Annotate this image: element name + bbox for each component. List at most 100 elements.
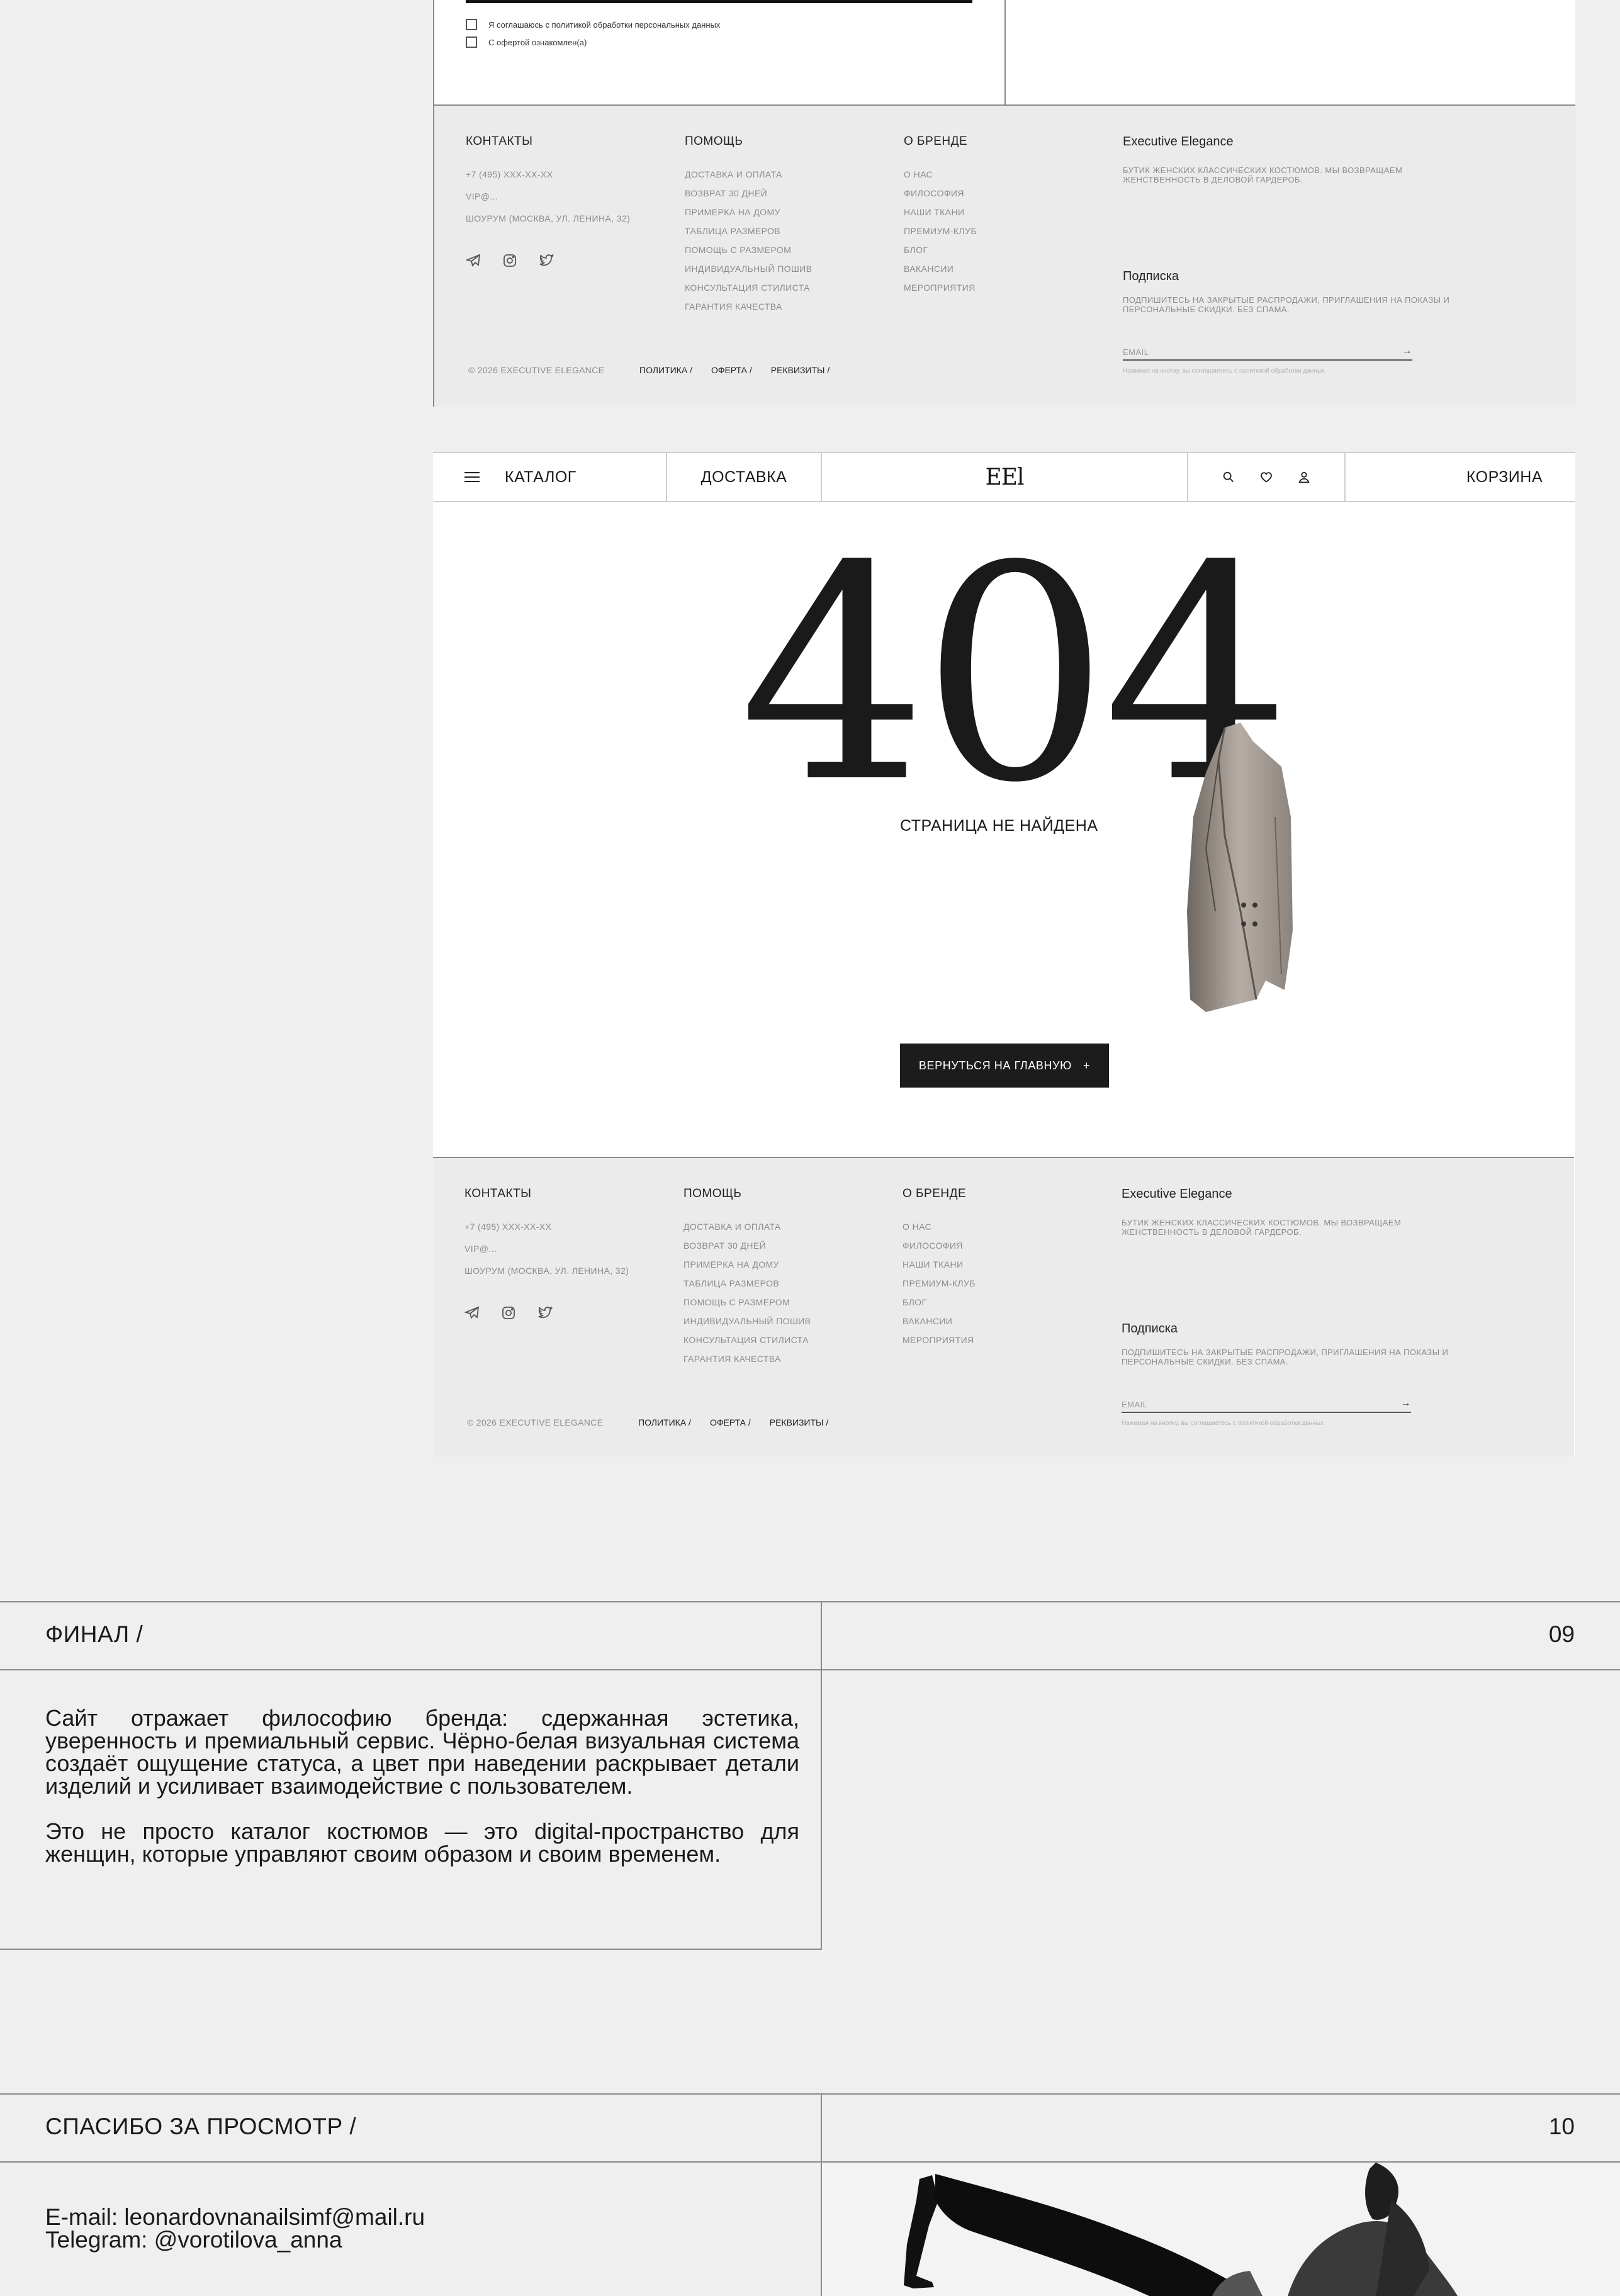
arrow-right-icon[interactable]: → [1401, 1398, 1412, 1409]
footer-about-link[interactable]: ВАКАНСИИ [903, 1312, 976, 1331]
nav-cart[interactable]: КОРЗИНА [1346, 453, 1575, 501]
footer-about: О БРЕНДЕ О НАС ФИЛОСОФИЯ НАШИ ТКАНИ ПРЕМ… [903, 1187, 976, 1349]
footer-email-note: Нажимая на кнопку, вы соглашаетесь с пол… [1123, 368, 1325, 374]
footer-help-link[interactable]: ВОЗВРАТ 30 ДНЕЙ [683, 1236, 811, 1255]
footer-about-link[interactable]: ПРЕМИУМ-КЛУБ [903, 1274, 976, 1293]
footer-about-link[interactable]: ФИЛОСОФИЯ [904, 184, 977, 203]
instagram-icon[interactable] [502, 253, 517, 268]
footer: КОНТАКТЫ +7 (495) XXX-XX-XX VIP@... ШОУР… [434, 106, 1575, 407]
jacket-image [1181, 723, 1294, 1012]
footer-brand-description: БУТИК ЖЕНСКИХ КЛАССИЧЕСКИХ КОСТЮМОВ. Мы … [1122, 1218, 1402, 1237]
checkout-screen-frame: Я соглашаюсь с политикой обработки персо… [433, 0, 1575, 407]
footer-help-link[interactable]: ПРИМЕРКА НА ДОМУ [685, 203, 812, 222]
footer-legal-link[interactable]: ОФЕРТА / [710, 1417, 751, 1427]
instagram-icon[interactable] [501, 1305, 516, 1320]
thanks-section-number: 10 [1548, 2113, 1575, 2139]
footer-brand-title: Executive Elegance [1122, 1187, 1232, 1201]
footer-showroom[interactable]: ШОУРУМ (МОСКВА, УЛ. ЛЕНИНА, 32) [466, 209, 630, 228]
footer-about-link[interactable]: НАШИ ТКАНИ [903, 1255, 976, 1274]
back-home-button[interactable]: ВЕРНУТЬСЯ НА ГЛАВНУЮ + [900, 1044, 1109, 1088]
footer-help-link[interactable]: ВОЗВРАТ 30 ДНЕЙ [685, 184, 812, 203]
footer-about-link[interactable]: ПРЕМИУМ-КЛУБ [904, 222, 977, 240]
contact-telegram[interactable]: Telegram: @vorotilova_anna [45, 2227, 342, 2253]
footer-contacts: КОНТАКТЫ +7 (495) XXX-XX-XX VIP@... ШОУР… [464, 1187, 629, 1320]
footer-about-link[interactable]: ФИЛОСОФИЯ [903, 1236, 976, 1255]
footer-subscribe-description: ПОДПИШИТЕСЬ НА ЗАКРЫТЫЕ РАСПРОДАЖИ, ПРИГ… [1122, 1348, 1449, 1366]
nav-icons [1188, 453, 1346, 501]
footer-phone[interactable]: +7 (495) XXX-XX-XX [464, 1217, 629, 1236]
footer-about-link[interactable]: О НАС [903, 1217, 976, 1236]
footer-help-link[interactable]: ПОМОЩЬ С РАЗМЕРОМ [683, 1293, 811, 1312]
footer-showroom[interactable]: ШОУРУМ (МОСКВА, УЛ. ЛЕНИНА, 32) [464, 1261, 629, 1280]
section-divider [0, 1601, 1620, 1602]
footer-help-link[interactable]: ТАБЛИЦА РАЗМЕРОВ [683, 1274, 811, 1293]
footer-help-link[interactable]: КОНСУЛЬТАЦИЯ СТИЛИСТА [685, 278, 812, 297]
error-message: СТРАНИЦА НЕ НАЙДЕНА [900, 817, 1098, 835]
footer-legal: ПОЛИТИКА / ОФЕРТА / РЕКВИЗИТЫ / [639, 365, 830, 375]
footer-help-link[interactable]: ДОСТАВКА И ОПЛАТА [683, 1217, 811, 1236]
consent-offer-label: С офертой ознакомлен(а) [488, 37, 587, 47]
footer-help-link[interactable]: ПРИМЕРКА НА ДОМУ [683, 1255, 811, 1274]
footer-email-input[interactable]: EMAIL → [1122, 1398, 1412, 1413]
nav-delivery[interactable]: ДОСТАВКА [667, 453, 822, 501]
footer-email-input[interactable]: EMAIL → [1123, 346, 1413, 361]
nav-cart-label: КОРЗИНА [1466, 468, 1543, 486]
footer-email[interactable]: VIP@... [464, 1239, 629, 1258]
submit-button[interactable] [466, 0, 972, 3]
footer-legal-link[interactable]: РЕКВИЗИТЫ / [770, 1417, 828, 1427]
footer-email[interactable]: VIP@... [466, 187, 630, 206]
logo[interactable]: EEl [985, 464, 1024, 490]
footer-help-link[interactable]: ДОСТАВКА И ОПЛАТА [685, 165, 812, 184]
error-page-frame: КАТАЛОГ ДОСТАВКА EEl КОРЗИНА 404 СТРАНИЦ… [433, 452, 1575, 1456]
twitter-icon[interactable] [539, 253, 554, 268]
checkout-form: Я соглашаюсь с политикой обработки персо… [434, 0, 1575, 106]
consent-offer-checkbox[interactable] [466, 37, 477, 48]
footer-legal-link[interactable]: ОФЕРТА / [711, 365, 752, 375]
consent-privacy-row[interactable]: Я соглашаюсь с политикой обработки персо… [466, 19, 720, 30]
twitter-icon[interactable] [537, 1305, 553, 1320]
footer-legal-link[interactable]: РЕКВИЗИТЫ / [771, 365, 830, 375]
footer-about-link[interactable]: МЕРОПРИЯТИЯ [904, 278, 977, 297]
menu-icon[interactable] [464, 472, 480, 482]
footer-phone[interactable]: +7 (495) XXX-XX-XX [466, 165, 630, 184]
telegram-icon[interactable] [466, 253, 481, 268]
footer-about-link[interactable]: О НАС [904, 165, 977, 184]
footer-about-link[interactable]: НАШИ ТКАНИ [904, 203, 977, 222]
footer-brand-title: Executive Elegance [1123, 135, 1234, 149]
footer-social [464, 1305, 629, 1320]
arrow-right-icon[interactable]: → [1402, 346, 1413, 357]
footer-about-link[interactable]: БЛОГ [904, 240, 977, 259]
footer-help-link[interactable]: ПОМОЩЬ С РАЗМЕРОМ [685, 240, 812, 259]
consent-privacy-checkbox[interactable] [466, 19, 477, 30]
footer-help-link[interactable]: ИНДИВИДУАЛЬНЫЙ ПОШИВ [683, 1312, 811, 1331]
final-paragraph: Это не просто каталог костюмов — это dig… [45, 1818, 799, 1867]
footer-help-link[interactable]: КОНСУЛЬТАЦИЯ СТИЛИСТА [683, 1331, 811, 1349]
telegram-icon[interactable] [464, 1305, 480, 1320]
final-section-number: 09 [1548, 1621, 1575, 1647]
thanks-section-title: СПАСИБО ЗА ПРОСМОТР / [45, 2113, 357, 2139]
heart-icon[interactable] [1259, 470, 1273, 484]
section-divider [821, 1601, 822, 1950]
final-paragraph: Сайт отражает философию бренда: сдержанн… [45, 1705, 799, 1799]
consent-offer-row[interactable]: С офертой ознакомлен(а) [466, 37, 587, 48]
footer-about-link[interactable]: МЕРОПРИЯТИЯ [903, 1331, 976, 1349]
search-icon[interactable] [1222, 470, 1235, 484]
plus-icon: + [1083, 1059, 1091, 1072]
footer-brand: Executive Elegance БУТИК ЖЕНСКИХ КЛАССИЧ… [1122, 1187, 1461, 1237]
final-section-text: Сайт отражает философию бренда: сдержанн… [45, 1707, 799, 1888]
section-divider [0, 2093, 1620, 2095]
footer-help-link[interactable]: ТАБЛИЦА РАЗМЕРОВ [685, 222, 812, 240]
footer-legal-link[interactable]: ПОЛИТИКА / [638, 1417, 691, 1427]
footer-about-link[interactable]: БЛОГ [903, 1293, 976, 1312]
footer-subscribe-description: ПОДПИШИТЕСЬ НА ЗАКРЫТЫЕ РАСПРОДАЖИ, ПРИГ… [1123, 295, 1450, 314]
footer-legal-link[interactable]: ПОЛИТИКА / [639, 365, 692, 375]
footer-help-link[interactable]: ГАРАНТИЯ КАЧЕСТВА [685, 297, 812, 316]
footer-about-heading: О БРЕНДЕ [903, 1187, 967, 1200]
nav-logo-cell[interactable]: EEl [822, 453, 1188, 501]
nav-catalog[interactable]: КАТАЛОГ [433, 453, 667, 501]
user-icon[interactable] [1297, 470, 1311, 484]
footer-help-link[interactable]: ИНДИВИДУАЛЬНЫЙ ПОШИВ [685, 259, 812, 278]
section-divider [0, 1949, 822, 1950]
footer-help-link[interactable]: ГАРАНТИЯ КАЧЕСТВА [683, 1349, 811, 1368]
footer-about-link[interactable]: ВАКАНСИИ [904, 259, 977, 278]
